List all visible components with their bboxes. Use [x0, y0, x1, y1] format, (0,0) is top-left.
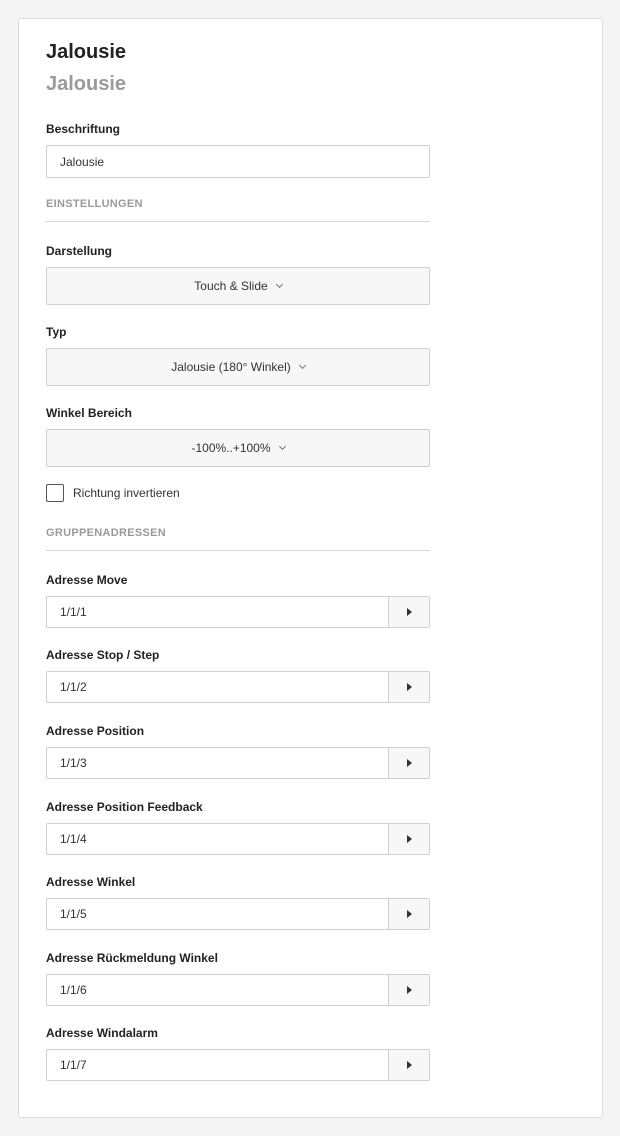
- address-input[interactable]: [47, 1050, 388, 1080]
- type-select-value: Jalousie (180° Winkel): [171, 360, 291, 374]
- address-input[interactable]: [47, 597, 388, 627]
- display-select-value: Touch & Slide: [194, 279, 268, 293]
- address-label: Adresse Rückmeldung Winkel: [46, 951, 218, 965]
- address-select-button[interactable]: [388, 824, 429, 854]
- type-label: Typ: [46, 325, 67, 339]
- angle-range-select-value: -100%..+100%: [191, 441, 271, 455]
- angle-range-select[interactable]: -100%..+100%: [46, 429, 430, 467]
- play-arrow-icon: [406, 608, 412, 616]
- invert-direction-option[interactable]: Richtung invertieren: [46, 484, 180, 502]
- angle-range-label: Winkel Bereich: [46, 406, 132, 420]
- address-select-button[interactable]: [388, 597, 429, 627]
- play-arrow-icon: [406, 759, 412, 767]
- address-select-button[interactable]: [388, 975, 429, 1005]
- settings-card: Jalousie Jalousie Beschriftung EINSTELLU…: [18, 18, 603, 1118]
- page-title: Jalousie: [46, 41, 127, 63]
- address-input[interactable]: [47, 899, 388, 929]
- address-field-position: [46, 747, 430, 779]
- address-input[interactable]: [47, 748, 388, 778]
- type-select[interactable]: Jalousie (180° Winkel): [46, 348, 430, 386]
- address-field-stop-step: [46, 671, 430, 703]
- address-select-button[interactable]: [388, 748, 429, 778]
- invert-direction-label: Richtung invertieren: [73, 486, 180, 500]
- settings-section-header: EINSTELLUNGEN: [46, 198, 430, 222]
- display-label: Darstellung: [46, 244, 113, 258]
- address-field-position-feedback: [46, 823, 430, 855]
- group-addresses-section-header: GRUPPENADRESSEN: [46, 527, 430, 551]
- address-label: Adresse Winkel: [46, 875, 136, 889]
- page-subtitle: Jalousie: [46, 73, 127, 95]
- play-arrow-icon: [406, 835, 412, 843]
- address-field-wind-alarm: [46, 1049, 430, 1081]
- address-input[interactable]: [47, 824, 388, 854]
- address-input[interactable]: [47, 672, 388, 702]
- address-field-move: [46, 596, 430, 628]
- address-label: Adresse Windalarm: [46, 1026, 158, 1040]
- caption-label: Beschriftung: [46, 122, 121, 136]
- play-arrow-icon: [406, 986, 412, 994]
- chevron-down-icon: [278, 442, 286, 450]
- chevron-down-icon: [275, 280, 283, 288]
- address-label: Adresse Position Feedback: [46, 800, 203, 814]
- address-input[interactable]: [47, 975, 388, 1005]
- address-field-angle: [46, 898, 430, 930]
- play-arrow-icon: [406, 1061, 412, 1069]
- address-label: Adresse Stop / Step: [46, 648, 160, 662]
- play-arrow-icon: [406, 910, 412, 918]
- address-label: Adresse Position: [46, 724, 145, 738]
- chevron-down-icon: [298, 361, 306, 369]
- play-arrow-icon: [406, 683, 412, 691]
- invert-direction-checkbox[interactable]: [46, 484, 64, 502]
- address-label: Adresse Move: [46, 573, 128, 587]
- display-select[interactable]: Touch & Slide: [46, 267, 430, 305]
- caption-input[interactable]: [46, 145, 430, 178]
- address-select-button[interactable]: [388, 899, 429, 929]
- address-field-angle-feedback: [46, 974, 430, 1006]
- address-select-button[interactable]: [388, 672, 429, 702]
- address-select-button[interactable]: [388, 1050, 429, 1080]
